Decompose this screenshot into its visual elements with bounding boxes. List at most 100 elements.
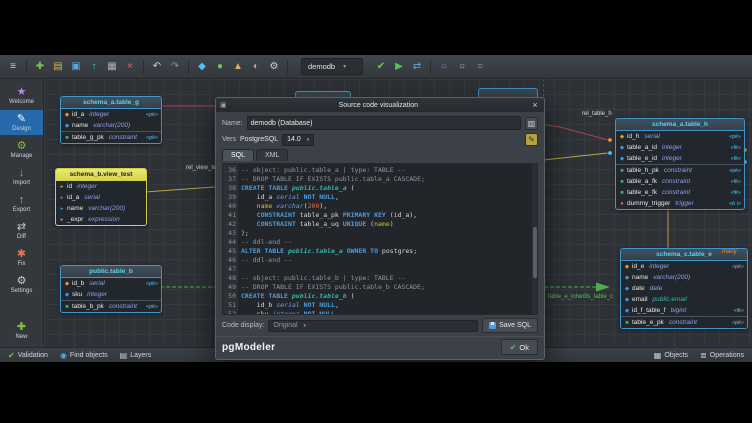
table-row[interactable]: ◆id_einteger«pk» [621,261,747,272]
table-row[interactable]: ◆namevarchar(200) [61,120,161,131]
pgmodeler-logo: pgModeler [222,342,275,353]
column-name: sku [72,291,82,298]
sidebar-item-new[interactable]: ✚New [0,318,43,343]
table-row[interactable]: ◆table_a_idinteger«fk» [616,142,744,153]
table-row[interactable]: ▸id_aserial [56,192,146,203]
main-menu-icon[interactable]: ≡ [5,59,21,75]
table-row[interactable]: ●dummy_triggertrigger«b i» [616,198,744,209]
save-model-icon[interactable]: ▣ [68,59,84,75]
layers-icon: ▤ [120,351,128,360]
table-row[interactable]: ■table_e_fkconstraint«fk» [616,187,744,198]
schema-object-icon[interactable]: ◆ [194,59,210,75]
column-type: constraint [662,189,690,196]
table-row[interactable]: ■table_g_pkconstraint«pk» [61,132,161,143]
table-row[interactable]: ◆datedate [621,283,747,294]
table-row[interactable]: ▸namevarchar(200) [56,203,146,214]
code-line: -- object: public.table_b | type: TABLE … [241,274,537,283]
bottombar-label: Operations [710,352,744,359]
code-options-icon[interactable]: ▥ [525,117,538,130]
relationship-label[interactable]: many [722,249,737,255]
table-row[interactable]: ◆id_f_table_fbigint«fk» [621,305,747,316]
model-settings-icon[interactable]: ⚙ [266,59,282,75]
sidebar-item-import[interactable]: ↓Import [0,164,43,189]
sql-code-editor[interactable]: 363738394041424344454647484950515253 -- … [222,163,538,315]
table-row[interactable]: ◆namevarchar(200) [621,272,747,283]
sidebar-item-design[interactable]: ✎Design [0,110,43,135]
scrollbar[interactable] [531,164,537,314]
code-display-combo: Original ▾ [268,320,478,332]
sidebar-item-fix[interactable]: ✱Fix [0,245,43,270]
bottombar-objects[interactable]: ▦Objects [654,351,688,360]
sidebar-item-settings[interactable]: ⚙Settings [0,272,43,297]
table-header: schema_a.table_g [61,97,161,109]
tab-sql[interactable]: SQL [222,149,254,161]
table-row[interactable]: ◆emailpublic.email [621,294,747,305]
table-table-b[interactable]: public.table_b◆id_bserial«pk»◆skuinteger… [60,265,162,313]
constraint-marker: «fk» [734,308,744,314]
table-row[interactable]: ▸idinteger [56,181,146,192]
bottombar-layers[interactable]: ▤Layers [120,351,152,360]
sidebar-item-welcome[interactable]: ★Welcome [0,83,43,108]
line-number: 52 [223,310,236,315]
about-icon[interactable]: ○ [472,59,488,75]
table-row[interactable]: ■table_h_pkconstraint«pk» [616,165,744,176]
table-row[interactable]: ◆id_bserial«pk» [61,278,161,289]
relationship-label[interactable]: table_e_inherits_table_c [548,294,613,300]
view-object-icon[interactable]: ◐ [248,59,264,75]
bottombar-operations[interactable]: ≣Operations [700,351,744,360]
column-type: public.email [653,296,687,303]
table-row[interactable]: ■table_b_pkconstraint«pk» [61,301,161,312]
dialog-titlebar[interactable]: ▣ Source code visualization × [216,98,544,112]
table-row[interactable]: ■table_e_pkconstraint«pk» [621,317,747,328]
table-object-icon[interactable]: ▲ [230,59,246,75]
sidebar-item-manage[interactable]: ⚙Manage [0,137,43,162]
sidebar-item-diff[interactable]: ⇄Diff [0,218,43,243]
operations-icon: ≣ [700,351,707,360]
ok-button[interactable]: ✔ Ok [501,339,538,355]
code-area: -- object: public.table_a | type: TABLE … [238,164,537,314]
undo-icon[interactable]: ↶ [149,59,165,75]
table-row[interactable]: ◆skuinteger [61,289,161,300]
sidebar-item-label: Diff [17,234,26,240]
redo-icon[interactable]: ↷ [167,59,183,75]
table-row[interactable]: ◆id_hserial«pk» [616,131,744,142]
print-model-icon[interactable]: ▦ [104,59,120,75]
table-view-test[interactable]: schema_b.view_test▸idinteger▸id_aserial▸… [55,168,147,226]
tab-xml[interactable]: XML [256,149,288,161]
run-icon[interactable]: ▶ [391,59,407,75]
source-code-dialog: ▣ Source code visualization × Name: demo… [215,97,545,360]
export-model-icon[interactable]: ↑ [86,59,102,75]
donate-icon[interactable]: ○ [436,59,452,75]
database-object-icon[interactable]: ● [212,59,228,75]
diff-icon[interactable]: ⇄ [409,59,425,75]
close-icon[interactable]: × [530,100,540,110]
new-icon: ✚ [17,321,26,333]
close-model-icon[interactable]: × [122,59,138,75]
bottombar-validation[interactable]: ✔Validation [8,351,48,360]
syntax-highlight-icon[interactable]: ✎ [525,133,538,146]
table-table-h[interactable]: schema_a.table_h◆id_hserial«pk»◆table_a_… [615,118,745,210]
open-model-icon[interactable]: ▤ [50,59,66,75]
table-row[interactable]: ◆id_ainteger«pk» [61,109,161,120]
table-row[interactable]: ▸_exprexpression [56,214,146,225]
support-icon[interactable]: ○ [454,59,470,75]
pgsql-version-combo[interactable]: 14.0 ▾ [282,134,314,146]
relationship-label[interactable]: rel_table_h [582,111,612,117]
table-table-g[interactable]: schema_a.table_g◆id_ainteger«pk»◆namevar… [60,96,162,144]
code-line: -- object: public.table_a | type: TABLE … [241,166,537,175]
save-sql-button[interactable]: Save SQL [482,318,538,333]
column-type: constraint [664,167,692,174]
sidebar-item-export[interactable]: ↑Export [0,191,43,216]
model-selector-combo[interactable]: demodb▾ [301,58,363,75]
scrollbar-thumb[interactable] [533,227,537,278]
validation-icon: ✔ [8,351,15,360]
new-model-icon[interactable]: ✚ [32,59,48,75]
column-type: integer [87,291,107,298]
table-row[interactable]: ■table_a_fkconstraint«fk» [616,176,744,187]
table-row[interactable]: ◆table_e_idinteger«fk» [616,153,744,164]
column-icon: ▸ [59,217,65,223]
table-table-e[interactable]: schema_c.table_e◆id_einteger«pk»◆namevar… [620,248,748,329]
validate-model-icon[interactable]: ✔ [373,59,389,75]
bottombar-find-objects[interactable]: ◉Find objects [60,351,108,360]
database-name-field[interactable]: demodb (Database) [247,116,521,130]
